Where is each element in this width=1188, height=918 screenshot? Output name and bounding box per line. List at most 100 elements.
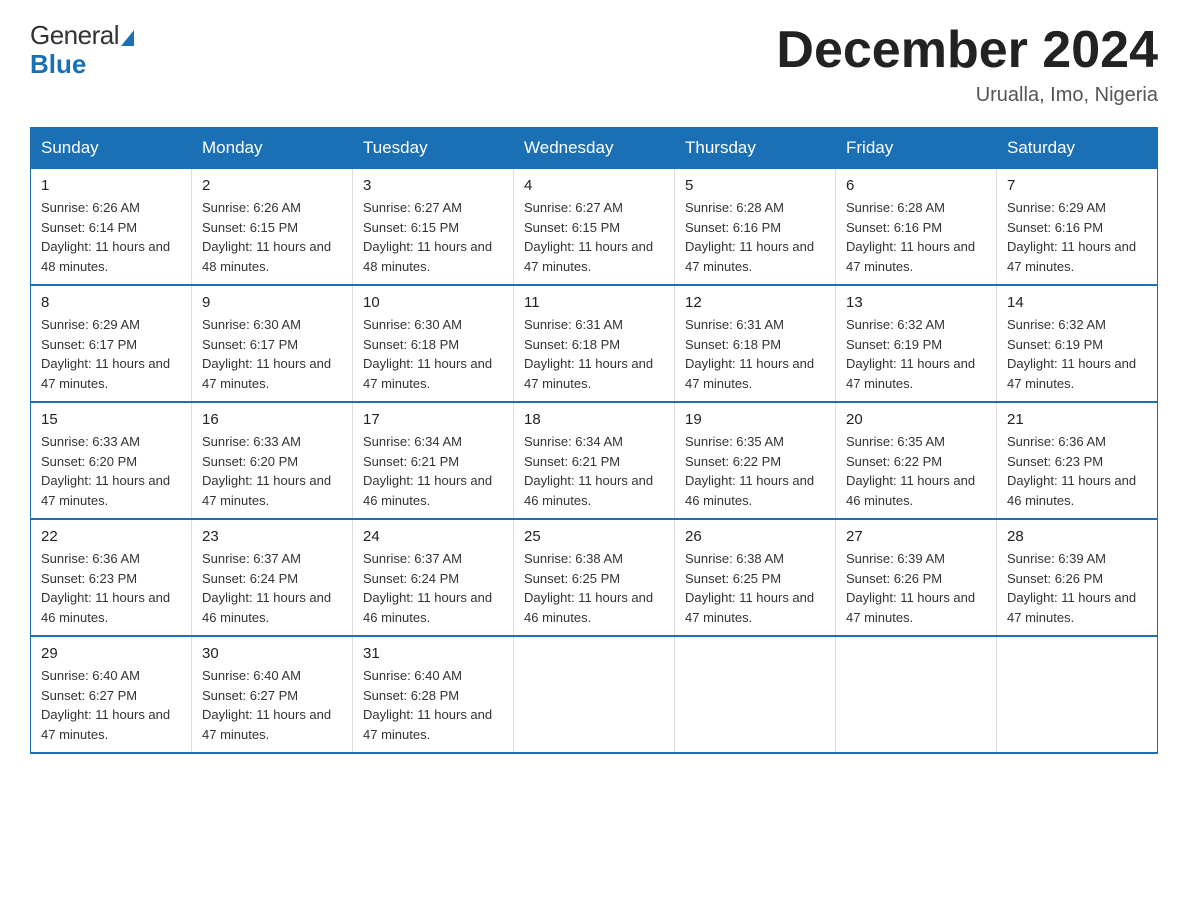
day-info: Sunrise: 6:28 AMSunset: 6:16 PMDaylight:… (685, 198, 825, 276)
calendar-cell: 14Sunrise: 6:32 AMSunset: 6:19 PMDayligh… (997, 285, 1158, 402)
day-number: 23 (202, 528, 342, 545)
day-info: Sunrise: 6:38 AMSunset: 6:25 PMDaylight:… (524, 549, 664, 627)
calendar-cell: 11 Sunrise: 6:31 AMSunset: 6:18 PMDayligh… (514, 285, 675, 402)
day-number: 6 (846, 177, 986, 194)
day-info: Sunrise: 6:26 AMSunset: 6:15 PMDaylight:… (202, 198, 342, 276)
day-number: 30 (202, 645, 342, 662)
calendar-cell (514, 636, 675, 753)
col-header-sunday: Sunday (31, 128, 192, 169)
day-number: 18 (524, 411, 664, 428)
calendar-cell: 19Sunrise: 6:35 AMSunset: 6:22 PMDayligh… (675, 402, 836, 519)
calendar-cell: 26Sunrise: 6:38 AMSunset: 6:25 PMDayligh… (675, 519, 836, 636)
day-info: Sunrise: 6:34 AMSunset: 6:21 PMDaylight:… (524, 432, 664, 510)
calendar-cell: 10 Sunrise: 6:30 AMSunset: 6:18 PMDayligh… (353, 285, 514, 402)
day-number: 27 (846, 528, 986, 545)
day-info: Sunrise: 6:27 AMSunset: 6:15 PMDaylight:… (524, 198, 664, 276)
day-info: Sunrise: 6:32 AMSunset: 6:19 PMDaylight:… (846, 315, 986, 393)
calendar-subtitle: Urualla, Imo, Nigeria (776, 84, 1158, 107)
day-number: 15 (41, 411, 181, 428)
calendar-cell: 29 Sunrise: 6:40 AMSunset: 6:27 PMDayligh… (31, 636, 192, 753)
page-header: General Blue December 2024 Urualla, Imo,… (30, 20, 1158, 107)
calendar-week-3: 15 Sunrise: 6:33 AMSunset: 6:20 PMDayligh… (31, 402, 1158, 519)
calendar-cell: 18 Sunrise: 6:34 AMSunset: 6:21 PMDayligh… (514, 402, 675, 519)
day-number: 5 (685, 177, 825, 194)
calendar-title: December 2024 (776, 20, 1158, 80)
day-number: 3 (363, 177, 503, 194)
day-number: 17 (363, 411, 503, 428)
day-number: 10 (363, 294, 503, 311)
calendar-cell: 24 Sunrise: 6:37 AMSunset: 6:24 PMDayligh… (353, 519, 514, 636)
day-info: Sunrise: 6:34 AMSunset: 6:21 PMDaylight:… (363, 432, 503, 510)
day-info: Sunrise: 6:33 AMSunset: 6:20 PMDaylight:… (202, 432, 342, 510)
day-info: Sunrise: 6:30 AMSunset: 6:17 PMDaylight:… (202, 315, 342, 393)
day-info: Sunrise: 6:28 AMSunset: 6:16 PMDaylight:… (846, 198, 986, 276)
calendar-cell: 22Sunrise: 6:36 AMSunset: 6:23 PMDayligh… (31, 519, 192, 636)
calendar-table: SundayMondayTuesdayWednesdayThursdayFrid… (30, 127, 1158, 754)
calendar-cell (836, 636, 997, 753)
calendar-cell: 6 Sunrise: 6:28 AMSunset: 6:16 PMDaylight… (836, 169, 997, 286)
calendar-cell: 12Sunrise: 6:31 AMSunset: 6:18 PMDayligh… (675, 285, 836, 402)
calendar-week-1: 1 Sunrise: 6:26 AMSunset: 6:14 PMDaylight… (31, 169, 1158, 286)
col-header-friday: Friday (836, 128, 997, 169)
calendar-cell: 16 Sunrise: 6:33 AMSunset: 6:20 PMDayligh… (192, 402, 353, 519)
day-number: 25 (524, 528, 664, 545)
calendar-cell: 23 Sunrise: 6:37 AMSunset: 6:24 PMDayligh… (192, 519, 353, 636)
col-header-thursday: Thursday (675, 128, 836, 169)
day-info: Sunrise: 6:40 AMSunset: 6:27 PMDaylight:… (202, 666, 342, 744)
col-header-monday: Monday (192, 128, 353, 169)
calendar-header-row: SundayMondayTuesdayWednesdayThursdayFrid… (31, 128, 1158, 169)
calendar-cell: 30 Sunrise: 6:40 AMSunset: 6:27 PMDayligh… (192, 636, 353, 753)
day-number: 1 (41, 177, 181, 194)
calendar-cell: 20Sunrise: 6:35 AMSunset: 6:22 PMDayligh… (836, 402, 997, 519)
day-info: Sunrise: 6:32 AMSunset: 6:19 PMDaylight:… (1007, 315, 1147, 393)
day-info: Sunrise: 6:27 AMSunset: 6:15 PMDaylight:… (363, 198, 503, 276)
day-info: Sunrise: 6:40 AMSunset: 6:27 PMDaylight:… (41, 666, 181, 744)
day-info: Sunrise: 6:26 AMSunset: 6:14 PMDaylight:… (41, 198, 181, 276)
day-info: Sunrise: 6:30 AMSunset: 6:18 PMDaylight:… (363, 315, 503, 393)
col-header-tuesday: Tuesday (353, 128, 514, 169)
calendar-cell: 1 Sunrise: 6:26 AMSunset: 6:14 PMDaylight… (31, 169, 192, 286)
logo-general-text: General (30, 20, 119, 51)
day-info: Sunrise: 6:29 AMSunset: 6:16 PMDaylight:… (1007, 198, 1147, 276)
calendar-cell: 7 Sunrise: 6:29 AMSunset: 6:16 PMDaylight… (997, 169, 1158, 286)
logo: General Blue (30, 20, 134, 80)
calendar-cell: 3 Sunrise: 6:27 AMSunset: 6:15 PMDaylight… (353, 169, 514, 286)
day-info: Sunrise: 6:36 AMSunset: 6:23 PMDaylight:… (1007, 432, 1147, 510)
day-info: Sunrise: 6:37 AMSunset: 6:24 PMDaylight:… (363, 549, 503, 627)
calendar-cell: 21 Sunrise: 6:36 AMSunset: 6:23 PMDayligh… (997, 402, 1158, 519)
day-info: Sunrise: 6:35 AMSunset: 6:22 PMDaylight:… (846, 432, 986, 510)
calendar-cell: 15Sunrise: 6:33 AMSunset: 6:20 PMDayligh… (31, 402, 192, 519)
day-info: Sunrise: 6:29 AMSunset: 6:17 PMDaylight:… (41, 315, 181, 393)
calendar-cell: 17 Sunrise: 6:34 AMSunset: 6:21 PMDayligh… (353, 402, 514, 519)
calendar-cell: 4 Sunrise: 6:27 AMSunset: 6:15 PMDaylight… (514, 169, 675, 286)
day-number: 4 (524, 177, 664, 194)
day-number: 7 (1007, 177, 1147, 194)
calendar-cell (997, 636, 1158, 753)
calendar-cell: 2Sunrise: 6:26 AMSunset: 6:15 PMDaylight… (192, 169, 353, 286)
day-number: 28 (1007, 528, 1147, 545)
day-number: 24 (363, 528, 503, 545)
day-number: 31 (363, 645, 503, 662)
calendar-cell: 27 Sunrise: 6:39 AMSunset: 6:26 PMDayligh… (836, 519, 997, 636)
calendar-cell: 28Sunrise: 6:39 AMSunset: 6:26 PMDayligh… (997, 519, 1158, 636)
day-number: 21 (1007, 411, 1147, 428)
day-number: 16 (202, 411, 342, 428)
logo-blue-text: Blue (30, 49, 86, 80)
day-info: Sunrise: 6:35 AMSunset: 6:22 PMDaylight:… (685, 432, 825, 510)
col-header-wednesday: Wednesday (514, 128, 675, 169)
day-info: Sunrise: 6:31 AMSunset: 6:18 PMDaylight:… (524, 315, 664, 393)
title-block: December 2024 Urualla, Imo, Nigeria (776, 20, 1158, 107)
calendar-cell: 25 Sunrise: 6:38 AMSunset: 6:25 PMDayligh… (514, 519, 675, 636)
day-info: Sunrise: 6:39 AMSunset: 6:26 PMDaylight:… (846, 549, 986, 627)
day-info: Sunrise: 6:38 AMSunset: 6:25 PMDaylight:… (685, 549, 825, 627)
day-number: 12 (685, 294, 825, 311)
day-info: Sunrise: 6:37 AMSunset: 6:24 PMDaylight:… (202, 549, 342, 627)
day-number: 11 (524, 294, 664, 311)
calendar-cell: 5 Sunrise: 6:28 AMSunset: 6:16 PMDaylight… (675, 169, 836, 286)
day-info: Sunrise: 6:36 AMSunset: 6:23 PMDaylight:… (41, 549, 181, 627)
calendar-cell: 9Sunrise: 6:30 AMSunset: 6:17 PMDaylight… (192, 285, 353, 402)
day-number: 29 (41, 645, 181, 662)
day-info: Sunrise: 6:40 AMSunset: 6:28 PMDaylight:… (363, 666, 503, 744)
calendar-cell: 8Sunrise: 6:29 AMSunset: 6:17 PMDaylight… (31, 285, 192, 402)
calendar-cell (675, 636, 836, 753)
